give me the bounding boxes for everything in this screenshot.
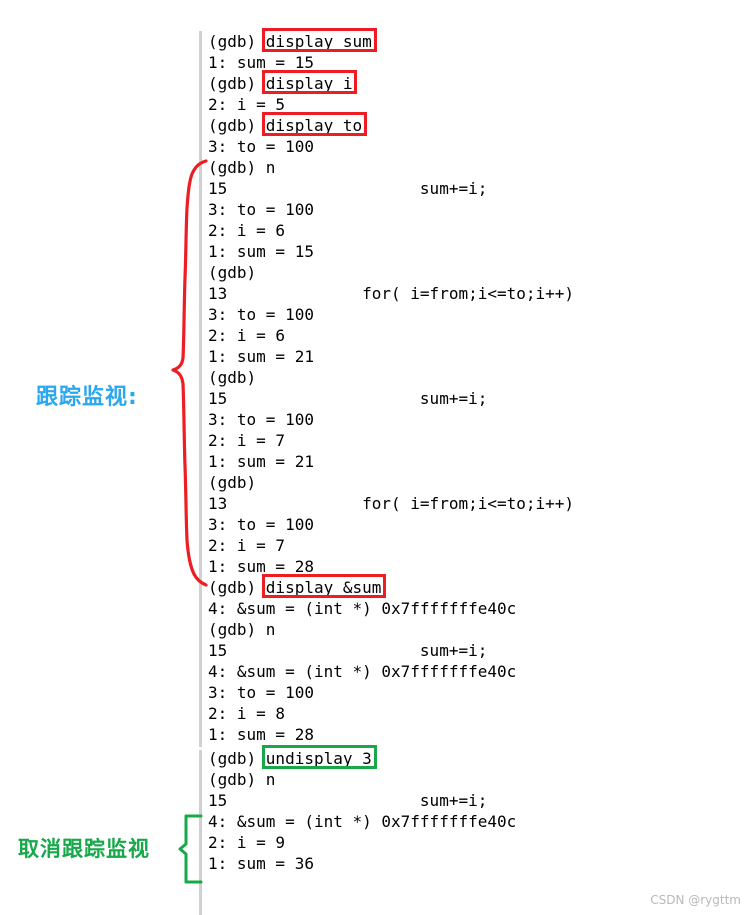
terminal-line: 2: i = 7	[208, 431, 286, 450]
terminal-line: 3: to = 100	[208, 200, 314, 219]
annotation-label-cancel-tracking: 取消跟踪监视	[18, 837, 150, 861]
terminal-line: 15 sum+=i;	[208, 641, 488, 660]
terminal-line: 1: sum = 15	[208, 53, 314, 72]
terminal-line: (gdb) display &sum	[208, 578, 382, 597]
terminal-line: (gdb) display i	[208, 74, 353, 93]
gdb-terminal-output: (gdb) display sum 1: sum = 15 (gdb) displa…	[208, 31, 748, 874]
terminal-line: 2: i = 6	[208, 326, 286, 345]
terminal-line: 3: to = 100	[208, 305, 314, 324]
terminal-line: 2: i = 5	[208, 95, 286, 114]
terminal-line: 1: sum = 15	[208, 242, 314, 261]
terminal-line: 3: to = 100	[208, 410, 314, 429]
terminal-line: 2: i = 7	[208, 536, 286, 555]
terminal-line: (gdb)	[208, 263, 257, 282]
csdn-watermark: CSDN @rygttm	[650, 893, 741, 907]
terminal-line: (gdb) n	[208, 620, 276, 639]
terminal-line: 3: to = 100	[208, 515, 314, 534]
terminal-line: (gdb) n	[208, 158, 276, 177]
terminal-line: 13 for( i=from;i<=to;i++)	[208, 284, 575, 303]
terminal-line: 2: i = 6	[208, 221, 286, 240]
terminal-line: (gdb)	[208, 368, 257, 387]
terminal-line: 1: sum = 28	[208, 725, 314, 744]
terminal-line: 13 for( i=from;i<=to;i++)	[208, 494, 575, 513]
terminal-line: 1: sum = 21	[208, 347, 314, 366]
terminal-gutter-upper	[199, 31, 202, 747]
terminal-line: 1: sum = 36	[208, 854, 314, 873]
terminal-line: (gdb) undisplay 3	[208, 749, 372, 768]
terminal-line: 3: to = 100	[208, 137, 314, 156]
terminal-line: 4: &sum = (int *) 0x7fffffffe40c	[208, 599, 517, 618]
terminal-gutter-lower	[199, 750, 202, 915]
terminal-line: (gdb) n	[208, 770, 276, 789]
terminal-line: (gdb)	[208, 473, 257, 492]
terminal-line: 4: &sum = (int *) 0x7fffffffe40c	[208, 662, 517, 681]
terminal-line: 4: &sum = (int *) 0x7fffffffe40c	[208, 812, 517, 831]
annotation-label-tracking: 跟踪监视:	[36, 385, 138, 410]
terminal-line: 15 sum+=i;	[208, 179, 488, 198]
terminal-line: 2: i = 8	[208, 704, 286, 723]
terminal-line: (gdb) display to	[208, 116, 363, 135]
terminal-line: 15 sum+=i;	[208, 389, 488, 408]
terminal-line: 2: i = 9	[208, 833, 286, 852]
terminal-line: 1: sum = 28	[208, 557, 314, 576]
terminal-line: 1: sum = 21	[208, 452, 314, 471]
red-curly-brace-annotation	[165, 158, 211, 592]
terminal-line: (gdb) display sum	[208, 32, 372, 51]
terminal-line: 15 sum+=i;	[208, 791, 488, 810]
terminal-line: 3: to = 100	[208, 683, 314, 702]
